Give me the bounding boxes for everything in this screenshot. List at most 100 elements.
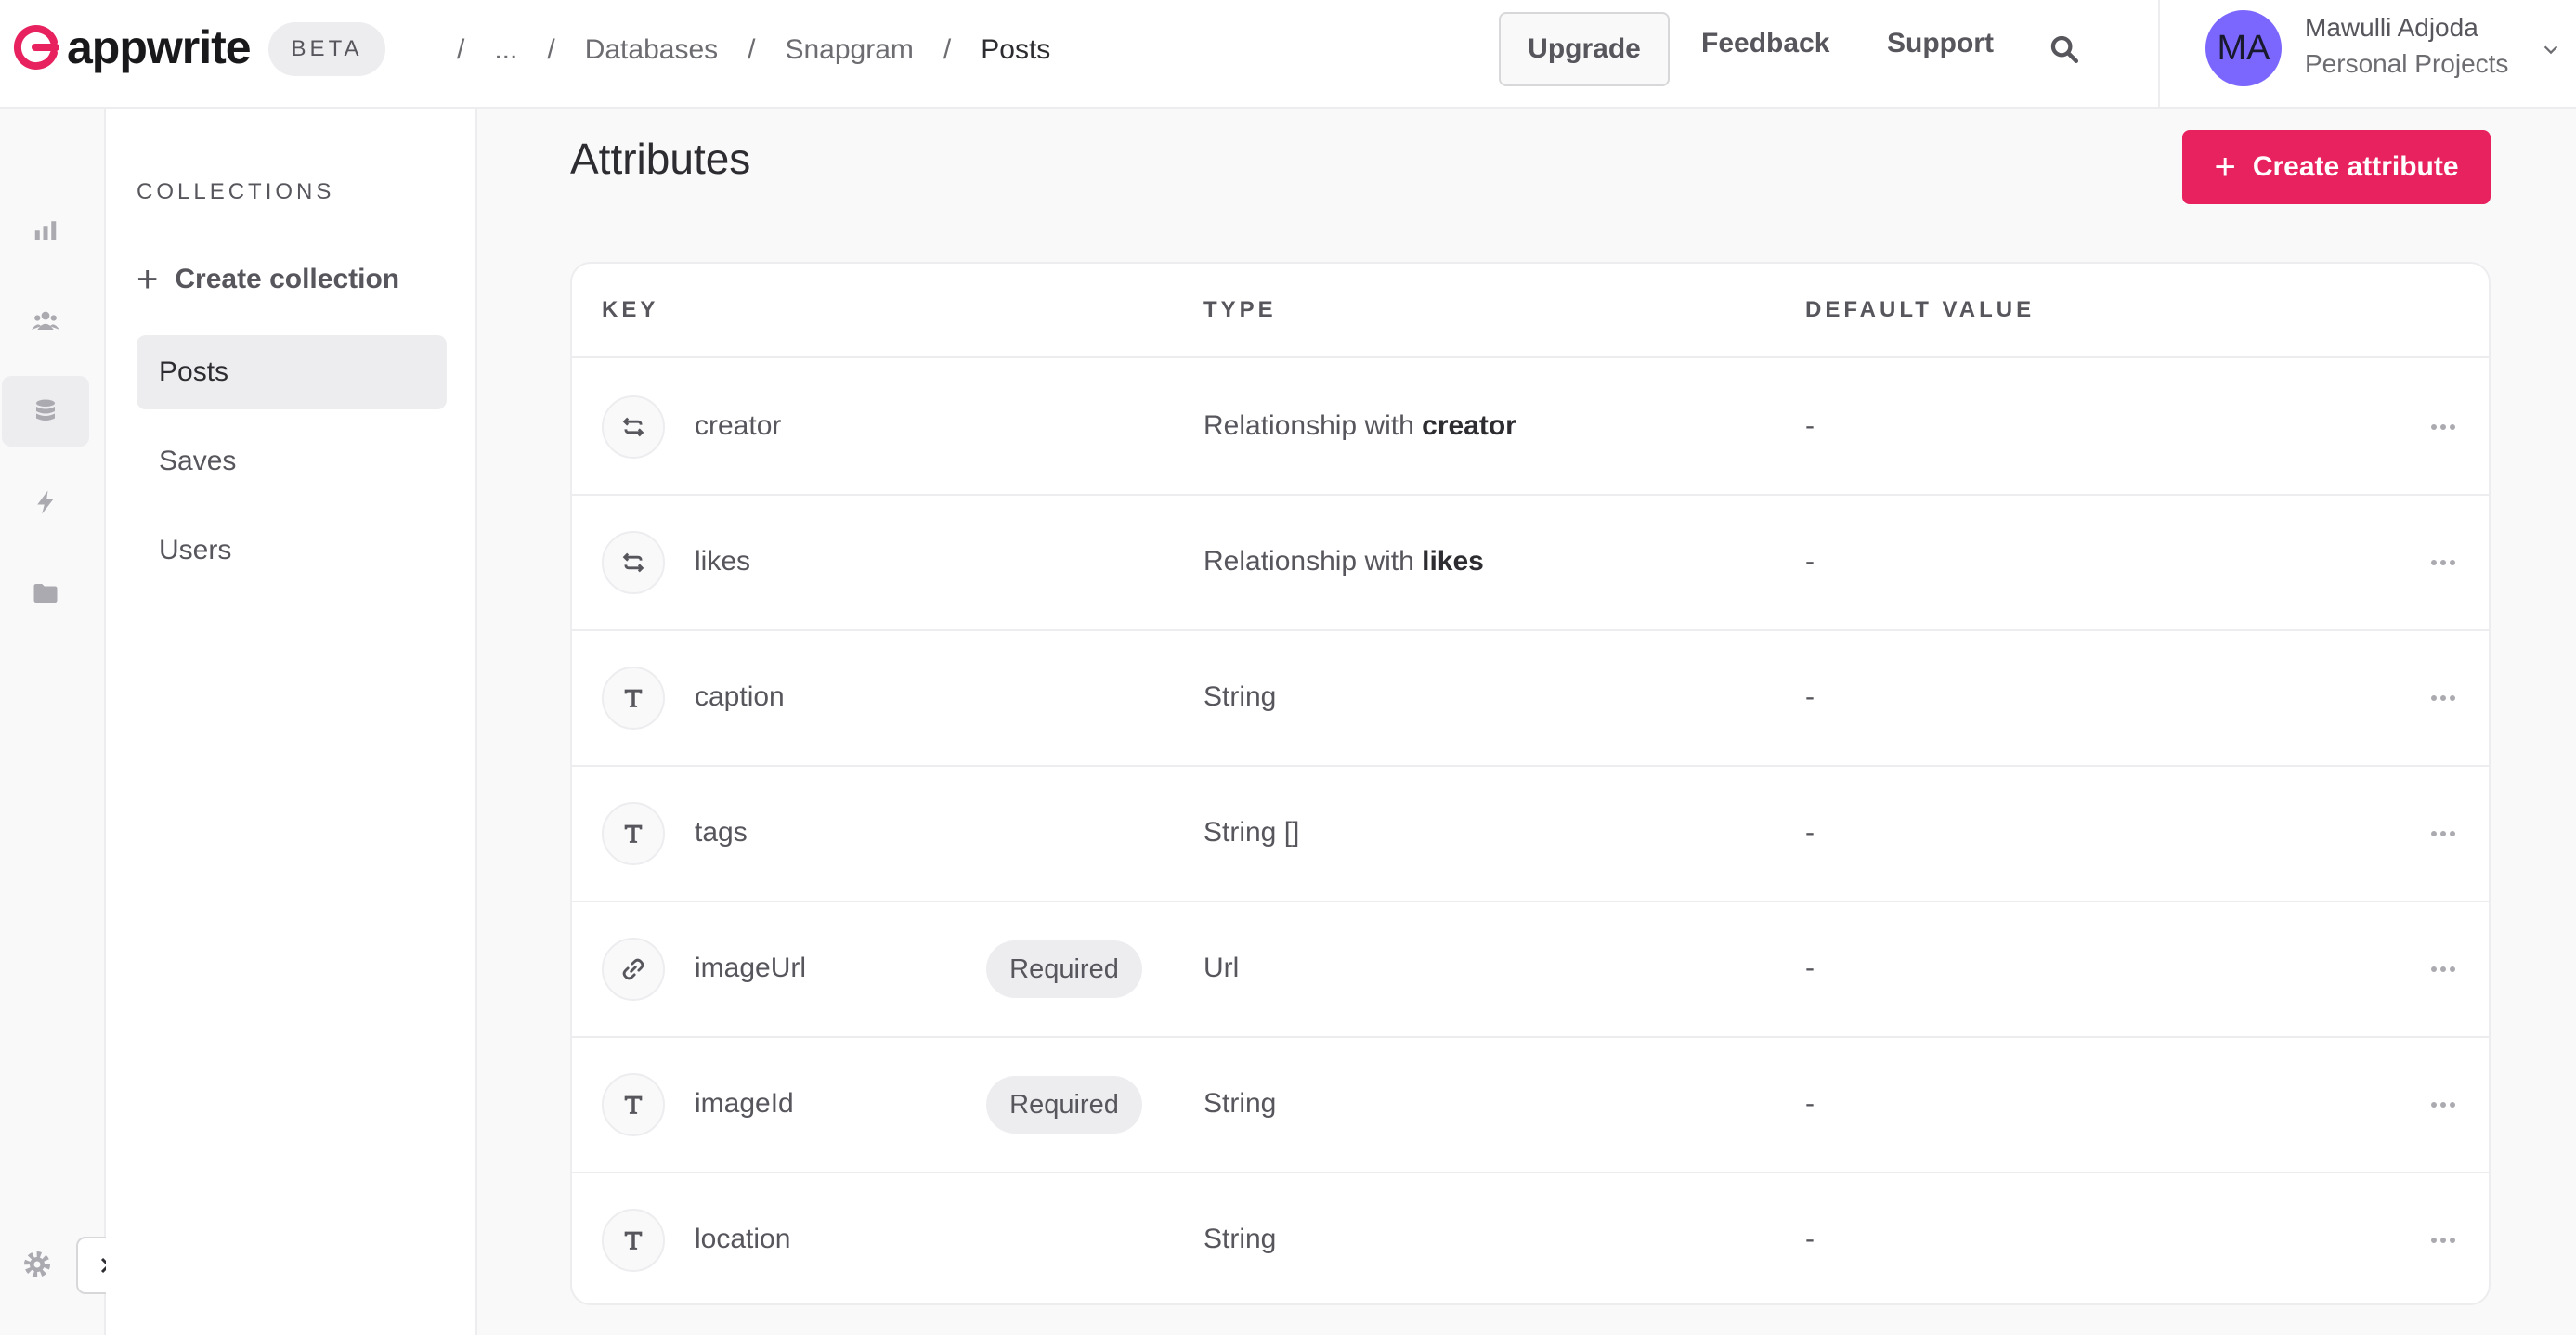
attribute-type: Relationship with creator bbox=[1203, 410, 1516, 442]
upgrade-button[interactable]: Upgrade bbox=[1499, 12, 1670, 86]
column-header-default: DEFAULT VALUE bbox=[1805, 297, 2036, 322]
text-icon bbox=[602, 667, 665, 730]
create-attribute-button[interactable]: + Create attribute bbox=[2182, 130, 2491, 204]
support-button[interactable]: Support bbox=[1887, 28, 1994, 59]
relationship-target: creator bbox=[1422, 410, 1516, 441]
table-row[interactable]: location String - bbox=[572, 1173, 2489, 1303]
attribute-type-text: Url bbox=[1203, 953, 1240, 983]
attribute-type-text: Relationship with bbox=[1203, 410, 1414, 441]
collections-panel: COLLECTIONS + Create collection Posts Sa… bbox=[106, 109, 477, 1335]
attribute-key: tags bbox=[695, 817, 748, 848]
attribute-type-text: String bbox=[1203, 1088, 1277, 1119]
attribute-type: String bbox=[1203, 1224, 1276, 1255]
table-row[interactable]: imageUrl Required Url - bbox=[572, 902, 2489, 1038]
nav-rail bbox=[0, 109, 106, 1335]
attribute-key: location bbox=[695, 1224, 791, 1254]
relationship-target: likes bbox=[1422, 546, 1484, 577]
table-row[interactable]: caption String - bbox=[572, 631, 2489, 767]
collection-item-users[interactable]: Users bbox=[137, 513, 447, 588]
collections-heading: COLLECTIONS bbox=[137, 179, 335, 204]
breadcrumb-separator: / bbox=[457, 34, 465, 65]
avatar[interactable]: MA bbox=[2205, 10, 2282, 86]
more-options-icon[interactable] bbox=[2429, 1231, 2457, 1250]
attribute-key: creator bbox=[695, 410, 782, 441]
user-name[interactable]: Mawulli Adjoda bbox=[2305, 13, 2478, 43]
table-row[interactable]: likes Relationship with likes - bbox=[572, 496, 2489, 631]
attribute-type: String [] bbox=[1203, 817, 1299, 849]
attribute-default-value: - bbox=[1805, 410, 1815, 441]
attribute-default-value: - bbox=[1805, 546, 1815, 577]
attribute-default-value: - bbox=[1805, 817, 1815, 848]
top-bar: appwrite BETA / ... / Databases / Snapgr… bbox=[0, 0, 2576, 109]
relationship-icon bbox=[602, 395, 665, 459]
create-attribute-label: Create attribute bbox=[2252, 151, 2459, 182]
create-collection-label: Create collection bbox=[175, 264, 400, 294]
more-options-icon[interactable] bbox=[2429, 960, 2457, 979]
header-divider bbox=[2158, 0, 2160, 109]
column-header-type: TYPE bbox=[1203, 297, 1277, 322]
logo-text: appwrite bbox=[67, 21, 252, 73]
attributes-table: KEY TYPE DEFAULT VALUE creator Relationsh… bbox=[570, 262, 2491, 1305]
text-icon bbox=[602, 1209, 665, 1272]
chevron-down-icon[interactable] bbox=[2541, 39, 2561, 59]
attribute-key: likes bbox=[695, 546, 751, 577]
breadcrumb-databases[interactable]: Databases bbox=[585, 34, 718, 66]
attribute-type-text: String bbox=[1203, 1224, 1277, 1254]
beta-badge: BETA bbox=[268, 22, 385, 76]
required-badge: Required bbox=[986, 940, 1142, 998]
collection-item-saves[interactable]: Saves bbox=[137, 424, 447, 499]
attribute-type: Url bbox=[1203, 953, 1239, 984]
plus-icon: + bbox=[2214, 147, 2236, 188]
page-title: Attributes bbox=[570, 135, 751, 183]
attribute-type-text: Relationship with bbox=[1203, 546, 1414, 577]
column-header-key: KEY bbox=[602, 297, 659, 322]
create-collection-button[interactable]: + Create collection bbox=[137, 259, 400, 300]
breadcrumb-separator: / bbox=[547, 34, 555, 65]
attribute-type: Relationship with likes bbox=[1203, 546, 1484, 577]
attribute-key: caption bbox=[695, 681, 785, 712]
attribute-type: String bbox=[1203, 1088, 1276, 1120]
table-row[interactable]: tags String [] - bbox=[572, 767, 2489, 902]
more-options-icon[interactable] bbox=[2429, 1095, 2457, 1114]
auth-icon[interactable] bbox=[2, 285, 89, 356]
breadcrumb-separator: / bbox=[943, 34, 952, 65]
table-header: KEY TYPE DEFAULT VALUE bbox=[572, 264, 2489, 358]
breadcrumb-database[interactable]: Snapgram bbox=[785, 34, 913, 66]
plus-icon: + bbox=[137, 259, 159, 300]
collection-item-posts[interactable]: Posts bbox=[137, 335, 447, 409]
text-icon bbox=[602, 802, 665, 865]
breadcrumb-ellipsis[interactable]: ... bbox=[494, 34, 517, 66]
breadcrumb-separator: / bbox=[748, 34, 756, 65]
appwrite-logo[interactable]: appwrite bbox=[13, 21, 252, 73]
more-options-icon[interactable] bbox=[2429, 689, 2457, 707]
text-icon bbox=[602, 1073, 665, 1136]
feedback-button[interactable]: Feedback bbox=[1701, 28, 1829, 59]
attribute-type-text: String bbox=[1203, 681, 1277, 712]
attribute-key: imageUrl bbox=[695, 953, 807, 983]
attribute-default-value: - bbox=[1805, 953, 1815, 983]
attribute-default-value: - bbox=[1805, 1224, 1815, 1254]
attribute-type-text: String [] bbox=[1203, 817, 1300, 848]
attribute-type: String bbox=[1203, 681, 1276, 713]
attribute-default-value: - bbox=[1805, 1088, 1815, 1119]
link-icon bbox=[602, 938, 665, 1001]
databases-icon[interactable] bbox=[2, 376, 89, 447]
attribute-default-value: - bbox=[1805, 681, 1815, 712]
required-badge: Required bbox=[986, 1076, 1142, 1134]
user-org[interactable]: Personal Projects bbox=[2305, 49, 2508, 79]
storage-icon[interactable] bbox=[2, 558, 89, 629]
more-options-icon[interactable] bbox=[2429, 824, 2457, 843]
functions-icon[interactable] bbox=[2, 467, 89, 538]
table-row[interactable]: imageId Required String - bbox=[572, 1038, 2489, 1173]
attribute-key: imageId bbox=[695, 1088, 794, 1119]
search-icon[interactable] bbox=[2049, 33, 2080, 65]
breadcrumb-collection[interactable]: Posts bbox=[981, 34, 1050, 66]
table-row[interactable]: creator Relationship with creator - bbox=[572, 360, 2489, 496]
relationship-icon bbox=[602, 531, 665, 594]
more-options-icon[interactable] bbox=[2429, 418, 2457, 436]
more-options-icon[interactable] bbox=[2429, 553, 2457, 572]
gear-icon[interactable] bbox=[22, 1250, 52, 1279]
breadcrumb: / ... / Databases / Snapgram / Posts bbox=[427, 28, 1050, 72]
appwrite-logo-icon bbox=[14, 25, 59, 70]
overview-icon[interactable] bbox=[2, 194, 89, 265]
